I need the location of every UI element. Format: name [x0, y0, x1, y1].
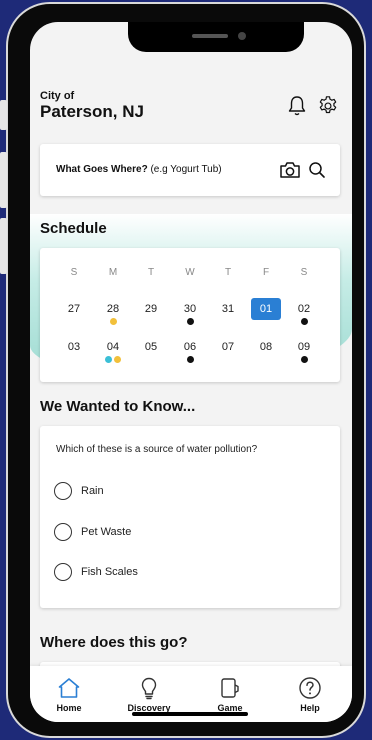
side-button-volume-down [0, 218, 7, 274]
tab-label: Help [300, 703, 320, 713]
tab-home[interactable]: Home [37, 666, 101, 722]
app-screen: City of Paterson, NJ What Goes Where? (e… [30, 22, 352, 722]
calendar-day[interactable]: 07 [213, 341, 243, 367]
calendar-weekday: T [224, 267, 232, 278]
calendar-day-number: 30 [183, 303, 197, 315]
quiz-option-pet-waste[interactable]: Pet Waste [54, 522, 131, 542]
calendar-day[interactable]: 02 [289, 303, 319, 329]
notifications-button[interactable] [286, 94, 308, 118]
city-name[interactable]: Paterson, NJ [40, 102, 144, 122]
front-camera [238, 32, 246, 40]
side-button-mute [0, 100, 7, 130]
radio-button[interactable] [54, 523, 72, 541]
calendar-day-number: 09 [297, 341, 311, 353]
calendar-day[interactable]: 28 [98, 303, 128, 329]
quiz-title: We Wanted to Know... [40, 398, 196, 415]
calendar-day-number: 04 [106, 341, 120, 353]
help-icon [299, 677, 321, 699]
quiz-option-rain[interactable]: Rain [54, 481, 104, 501]
calendar-day[interactable]: 27 [59, 303, 89, 329]
calendar-day-number: 29 [144, 303, 158, 315]
home-indicator[interactable] [132, 712, 248, 716]
search-icon [309, 162, 325, 178]
option-label: Pet Waste [81, 526, 132, 538]
calendar-day[interactable]: 31 [213, 303, 243, 329]
calendar-day-number: 27 [67, 303, 81, 315]
calendar-day-selected: 01 [251, 298, 281, 320]
collection-dots [289, 356, 319, 363]
gear-icon [319, 96, 337, 114]
camera-icon [280, 162, 300, 178]
quiz-option-fish-scales[interactable]: Fish Scales [54, 562, 138, 582]
calendar-weekday-row: SMTWTFS [40, 267, 340, 287]
radio-button[interactable] [54, 482, 72, 500]
calendar-weekday: T [147, 267, 155, 278]
camera-button[interactable] [278, 158, 302, 182]
collection-dots [175, 356, 205, 363]
calendar-weekday: W [185, 267, 195, 278]
calendar-weekday: M [108, 267, 118, 278]
calendar-day-number: 31 [221, 303, 235, 315]
calendar-day[interactable]: 09 [289, 341, 319, 367]
collection-dots [289, 318, 319, 325]
option-label: Fish Scales [81, 566, 138, 578]
calendar-weekday: F [262, 267, 270, 278]
schedule-calendar: S M T W T F S 27 28 29 30 31 01 02 03 04 05 06 07 08 09 [40, 248, 340, 382]
tab-label: Home [56, 703, 82, 713]
schedule-title: Schedule [40, 220, 107, 237]
what-goes-where-search[interactable]: What Goes Where? (e.g Yogurt Tub) [40, 144, 340, 196]
search-placeholder: (e.g Yogurt Tub) [150, 164, 222, 175]
collection-dot [300, 356, 308, 363]
calendar-day[interactable]: 01 [251, 298, 281, 329]
option-label: Rain [81, 485, 104, 497]
radio-button[interactable] [54, 563, 72, 581]
quiz-question: Which of these is a source of water poll… [56, 444, 258, 455]
game-icon [221, 678, 239, 698]
device-notch [128, 22, 304, 52]
home-icon [58, 678, 80, 698]
calendar-weekday: S [300, 267, 308, 278]
collection-dot [114, 356, 121, 363]
collection-dot [186, 318, 194, 325]
calendar-weekday: S [70, 267, 78, 278]
speaker-grille [192, 34, 228, 38]
calendar-day[interactable]: 05 [136, 341, 166, 367]
collection-dot [300, 318, 308, 325]
calendar-week-row: 03 04 05 06 07 08 09 [40, 341, 340, 363]
quiz-card: Which of these is a source of water poll… [40, 426, 340, 608]
calendar-day[interactable]: 03 [59, 341, 89, 367]
collection-dots [98, 356, 128, 363]
collection-dots [98, 318, 128, 325]
calendar-day[interactable]: 30 [175, 303, 205, 329]
bell-icon [288, 96, 306, 116]
search-label: What Goes Where? [56, 164, 148, 175]
calendar-week-row: 27 28 29 30 31 01 02 [40, 298, 340, 325]
lightbulb-icon [141, 677, 157, 700]
calendar-day-number: 07 [221, 341, 235, 353]
search-button[interactable] [306, 158, 328, 182]
settings-button[interactable] [316, 94, 340, 118]
calendar-day-number: 03 [67, 341, 81, 353]
calendar-day-number: 28 [106, 303, 120, 315]
tab-help[interactable]: Help [278, 666, 342, 722]
scroll-content[interactable]: City of Paterson, NJ What Goes Where? (e… [30, 22, 352, 722]
calendar-day[interactable]: 06 [175, 341, 205, 367]
calendar-day[interactable]: 29 [136, 303, 166, 329]
calendar-day-number: 02 [297, 303, 311, 315]
calendar-day[interactable]: 08 [251, 341, 281, 367]
collection-dot [186, 356, 194, 363]
side-button-volume-up [0, 152, 7, 208]
collection-dots [175, 318, 205, 325]
calendar-day-number: 05 [144, 341, 158, 353]
calendar-day-number: 06 [183, 341, 197, 353]
where-does-this-go-title: Where does this go? [40, 634, 188, 651]
calendar-day[interactable]: 04 [98, 341, 128, 367]
collection-dot [105, 356, 112, 363]
collection-dot [109, 318, 117, 325]
calendar-day-number: 08 [259, 341, 273, 353]
city-label: City of [40, 90, 75, 102]
